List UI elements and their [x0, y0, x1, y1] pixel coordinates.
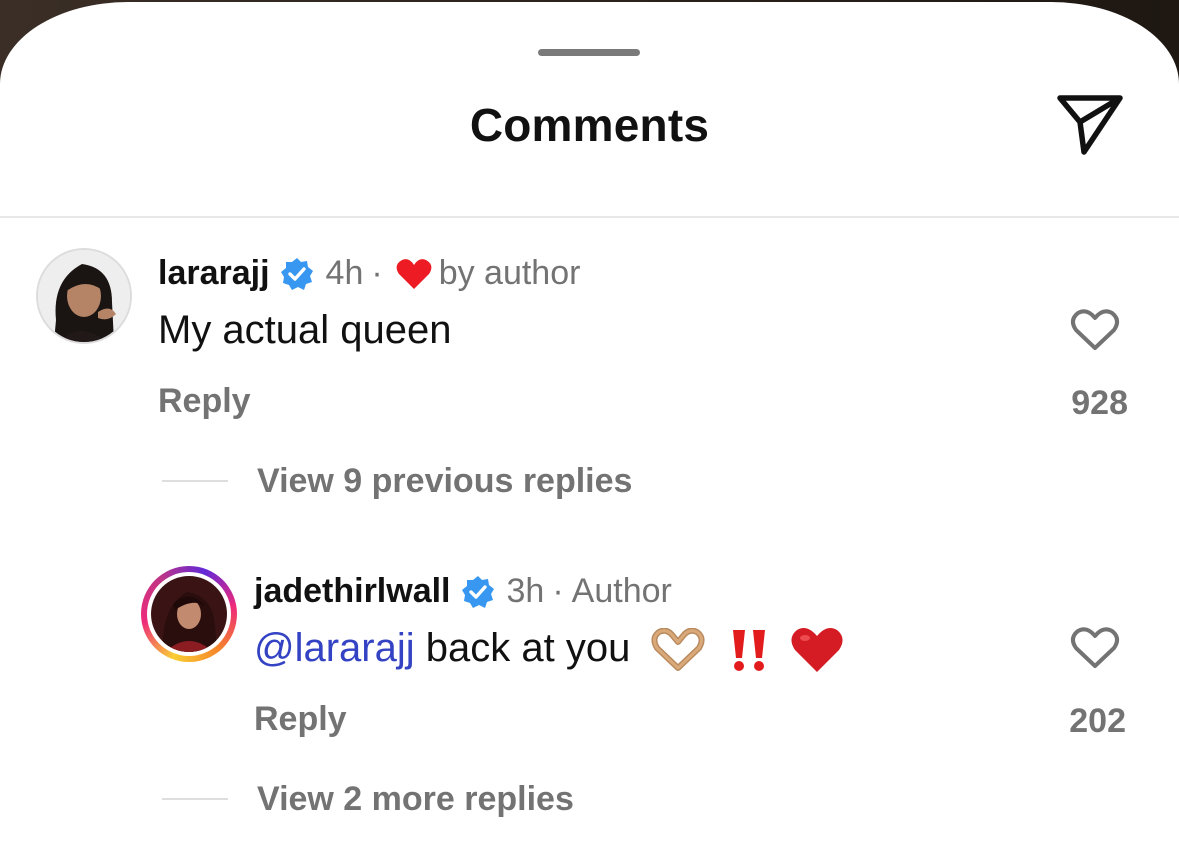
view-previous-replies-button[interactable]: View 9 previous replies	[257, 462, 632, 501]
avatar-story-ring[interactable]	[141, 566, 237, 662]
verified-badge-icon	[280, 257, 313, 290]
header-divider	[0, 216, 1179, 218]
comment-text: My actual queen	[158, 308, 452, 352]
reply-button[interactable]: Reply	[254, 700, 347, 739]
heart-icon	[396, 258, 432, 289]
like-heart-icon[interactable]	[1070, 308, 1120, 352]
avatar[interactable]	[36, 248, 132, 344]
like-count: 928	[1071, 384, 1128, 422]
double-exclamation-emoji	[732, 630, 765, 672]
comment-text: @lararajj back at you	[254, 626, 844, 674]
view-more-replies-button[interactable]: View 2 more replies	[257, 780, 574, 819]
separator: ·	[371, 254, 383, 292]
thread-line	[162, 798, 228, 800]
red-heart-emoji	[791, 628, 843, 673]
liked-by-author-label: by author	[438, 254, 581, 292]
comments-sheet: Comments lararajj 4h · by author My actu…	[0, 2, 1179, 857]
timestamp: 4h	[325, 254, 364, 292]
timestamp: 3h	[506, 572, 545, 610]
page-title: Comments	[469, 99, 710, 151]
mention-link[interactable]: @lararajj	[254, 626, 415, 670]
comment-body: back at you	[414, 626, 631, 670]
username[interactable]: jadethirlwall	[254, 572, 451, 611]
comment-header: lararajj 4h · by author	[158, 254, 580, 293]
comment-header: jadethirlwall 3h · Author	[254, 572, 672, 611]
thread-line	[162, 480, 228, 482]
like-heart-icon[interactable]	[1070, 626, 1120, 670]
username[interactable]: lararajj	[158, 254, 270, 293]
verified-badge-icon	[461, 575, 494, 608]
separator: ·	[552, 572, 564, 610]
avatar	[151, 576, 227, 652]
send-icon[interactable]	[1054, 88, 1128, 158]
reply-button[interactable]: Reply	[158, 382, 251, 421]
heart-hands-emoji	[651, 628, 705, 672]
like-count: 202	[1069, 702, 1126, 740]
drag-handle[interactable]	[538, 49, 640, 56]
author-label: Author	[571, 572, 672, 610]
